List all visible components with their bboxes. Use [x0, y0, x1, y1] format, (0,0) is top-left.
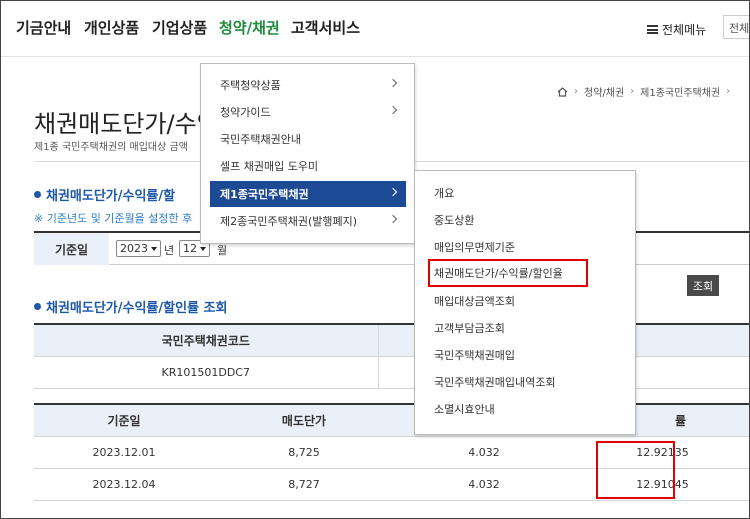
- breadcrumb-separator-icon: ›: [574, 86, 578, 97]
- submenu-item-type1-bond[interactable]: 제1종국민주택채권: [210, 181, 406, 207]
- breadcrumb-item[interactable]: 제1종국민주택채권: [640, 84, 720, 99]
- submenu-item-customer-charge[interactable]: 고객부담금조회: [434, 320, 505, 336]
- submenu-item-overview[interactable]: 개요: [434, 185, 454, 201]
- home-icon[interactable]: [557, 86, 568, 97]
- breadcrumb-separator-icon: ›: [630, 86, 635, 97]
- bond-code-table: 국민주택채권코드 KR101501DDC7: [34, 323, 749, 389]
- query-button[interactable]: 조회: [687, 275, 719, 296]
- nav-fund-info[interactable]: 기금안내: [16, 17, 71, 38]
- submenu-item-self-purchase-helper[interactable]: 셀프 채권매입 도우미: [210, 153, 406, 179]
- table-cell: 4.032: [394, 468, 574, 501]
- section-title: 채권매도단가/수익률/할인률 조회: [46, 301, 228, 316]
- highlight-box: [428, 259, 588, 287]
- submenu-item-label: 주택청약상품: [220, 79, 281, 92]
- table-cell: 4.032: [394, 436, 574, 469]
- table-row: KR101501DDC7: [34, 356, 749, 389]
- bullet-icon: [34, 303, 41, 310]
- full-menu-button[interactable]: 전체메뉴: [647, 21, 706, 38]
- submenu-item-label: 제1종국민주택채권: [220, 188, 309, 201]
- chevron-right-icon: [388, 78, 398, 88]
- section-heading: 채권매도단가/수익률/할인률 조회: [34, 297, 227, 316]
- submenu-subscription-bonds: 주택청약상품 청약가이드 국민주택채권안내 셀프 채권매입 도우미 제1종국민주…: [200, 63, 415, 244]
- chevron-right-icon: [388, 214, 398, 224]
- submenu-item-early-redemption[interactable]: 중도상환: [434, 212, 474, 228]
- base-date-label: 기준일: [34, 233, 109, 265]
- submenu-item-exemption-criteria[interactable]: 매입의무면제기준: [434, 239, 515, 255]
- submenu-item-label: 셀프 채권매입 도우미: [220, 160, 319, 173]
- full-menu-label: 전체메뉴: [662, 23, 707, 37]
- nav-customer-service[interactable]: 고객서비스: [291, 17, 360, 38]
- chevron-right-icon: [388, 187, 398, 197]
- submenu-item-label: 국민주택채권안내: [220, 133, 301, 146]
- bullet-icon: [34, 191, 41, 198]
- month-unit: 월: [217, 244, 228, 257]
- breadcrumb-separator-icon: ›: [726, 86, 731, 97]
- submenu-item-type2-bond[interactable]: 제2종국민주택채권(발행폐지): [210, 208, 406, 234]
- chevron-down-icon: [151, 246, 157, 251]
- month-value: 12: [183, 242, 197, 255]
- nav-business-products[interactable]: 기업상품: [152, 17, 207, 38]
- table-header: 매도단가: [214, 404, 394, 437]
- table-header: 국민주택채권코드: [34, 324, 379, 357]
- bond-code-cell: KR101501DDC7: [34, 356, 379, 389]
- submenu-item-purchase-history[interactable]: 국민주택채권매입내역조회: [434, 374, 555, 390]
- submenu-type1-bond: 개요 중도상환 매입의무면제기준 채권매도단가/수익률/할인율 매입대상금액조회…: [414, 170, 636, 435]
- submenu-item-label: 청약가이드: [220, 106, 271, 119]
- submenu-item-prescription-info[interactable]: 소멸시효안내: [434, 401, 495, 417]
- submenu-item-label: 제2종국민주택채권(발행폐지): [220, 215, 358, 228]
- year-unit: 년: [164, 244, 175, 257]
- table-cell: 8,727: [214, 468, 394, 501]
- top-navigation: 기금안내 개인상품 기업상품 청약/채권 고객서비스 전체메뉴 전체: [1, 1, 749, 57]
- table-cell: 2023.12.01: [34, 436, 214, 469]
- chevron-down-icon: [200, 246, 206, 251]
- page-description: 제1종 국민주택채권의 매입대상 금액: [34, 142, 188, 153]
- page-title: 채권매도단가/수익: [34, 110, 219, 138]
- table-cell: 8,725: [214, 436, 394, 469]
- nav-personal-products[interactable]: 개인상품: [84, 17, 139, 38]
- section-title: 채권매도단가/수익률/할: [46, 189, 176, 204]
- hamburger-icon: [647, 25, 658, 34]
- browser-viewport: 기금안내 개인상품 기업상품 청약/채권 고객서비스 전체메뉴 전체 › 청약/…: [0, 0, 750, 519]
- submenu-item-housing-subscription[interactable]: 주택청약상품: [210, 72, 406, 98]
- table-cell: 2023.12.04: [34, 468, 214, 501]
- table-header: 기준일: [34, 404, 214, 437]
- highlight-box: [596, 441, 675, 499]
- submenu-item-bond-info[interactable]: 국민주택채권안내: [210, 126, 406, 152]
- search-select[interactable]: 전체: [723, 15, 749, 39]
- submenu-item-subscription-guide[interactable]: 청약가이드: [210, 99, 406, 125]
- submenu-item-bond-purchase[interactable]: 국민주택채권매입: [434, 347, 515, 363]
- breadcrumb-item[interactable]: 청약/채권: [584, 84, 624, 99]
- year-select[interactable]: 2023: [116, 240, 161, 257]
- notice-text: ※ 기준년도 및 기준월을 설정한 후: [34, 212, 193, 225]
- year-value: 2023: [120, 242, 148, 255]
- breadcrumb: › 청약/채권 › 제1종국민주택채권 ›: [557, 84, 730, 99]
- section-heading: 채권매도단가/수익률/할: [34, 185, 175, 204]
- nav-subscription-bonds[interactable]: 청약/채권: [219, 17, 280, 38]
- chevron-right-icon: [388, 105, 398, 115]
- submenu-item-amount-inquiry[interactable]: 매입대상금액조회: [434, 293, 515, 309]
